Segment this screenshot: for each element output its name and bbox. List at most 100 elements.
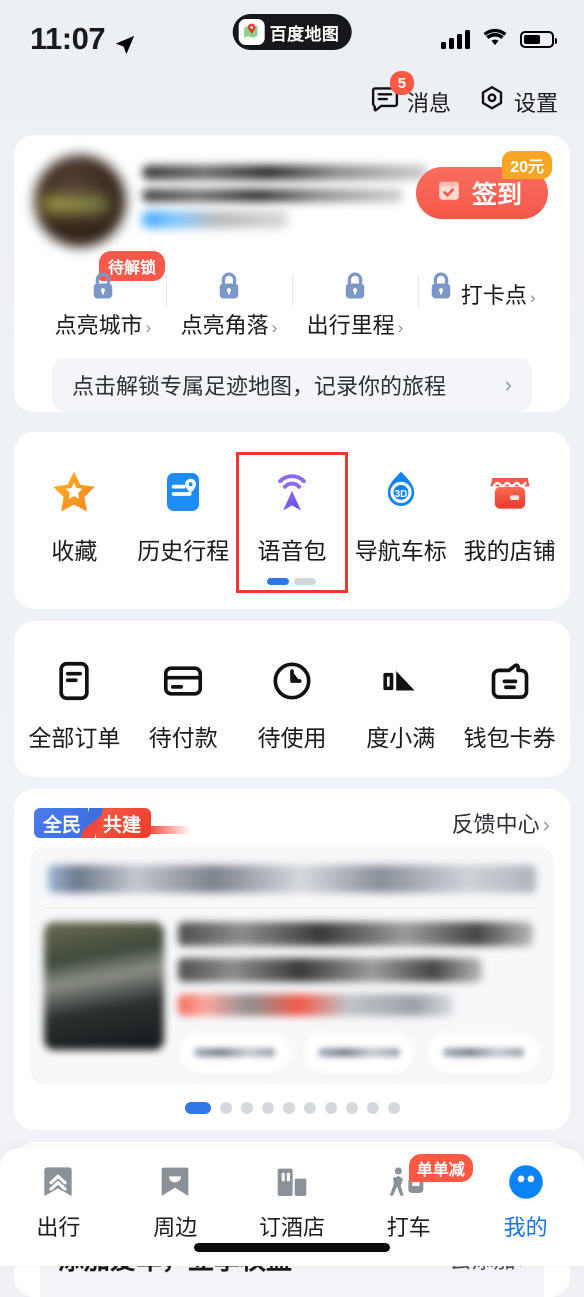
gear-hexagon-icon — [477, 84, 507, 119]
baidu-map-icon — [239, 19, 265, 45]
order-duxiaoman[interactable]: 度小满 — [346, 643, 455, 759]
content-headline-blurred — [48, 865, 536, 893]
signin-wrap: 签到 20元 — [416, 167, 548, 219]
lock-label-checkin: 打卡点› — [461, 283, 536, 308]
lock-item-city[interactable]: 待解锁 点亮城市› — [40, 269, 166, 340]
order-all[interactable]: 全部订单 — [20, 643, 129, 759]
profile-level-blurred — [142, 211, 289, 228]
app-pill-badge[interactable]: 百度地图 — [233, 14, 352, 50]
profile-face-icon — [467, 1158, 584, 1206]
shortcut-voice-pack[interactable]: 语音包 — [238, 454, 347, 591]
home-indicator — [194, 1243, 390, 1252]
unlock-map-text: 点击解锁专属足迹地图，记录你的旅程 — [72, 369, 446, 401]
shop-icon — [455, 464, 564, 520]
settings-button[interactable]: 设置 — [477, 84, 558, 119]
bottom-tab-bar: 出行 周边 订酒店 单单减 — [0, 1148, 584, 1266]
orders-row: 全部订单 待付款 待使用 — [14, 621, 570, 777]
profile-name-blurred-2 — [142, 189, 403, 202]
order-label: 全部订单 — [28, 725, 120, 751]
community-content[interactable] — [30, 847, 554, 1084]
tab-label: 打车 — [350, 1210, 467, 1242]
content-line-blurred — [178, 958, 482, 982]
shortcuts-row: 收藏 历史行程 — [14, 432, 570, 609]
status-time-group: 11:07 — [30, 21, 136, 57]
shortcut-label: 导航车标 — [355, 538, 447, 564]
content-chip[interactable] — [303, 1032, 416, 1074]
shortcut-car-marker[interactable]: 3D 导航车标 — [346, 454, 455, 591]
3d-car-marker-icon: 3D — [346, 464, 455, 520]
lock-label-corner: 点亮角落› — [181, 313, 278, 338]
tab-label: 出行 — [0, 1210, 117, 1242]
lock-icon — [340, 290, 370, 307]
content-text-block — [178, 922, 540, 1074]
voice-navigation-icon — [238, 464, 347, 520]
content-chips — [178, 1032, 540, 1074]
messages-label: 消息 — [407, 86, 451, 118]
messages-button[interactable]: 5 消息 — [370, 84, 451, 119]
credit-card-icon — [129, 653, 238, 709]
content-post[interactable] — [44, 922, 540, 1074]
history-route-icon — [129, 464, 238, 520]
shortcuts-pager[interactable] — [238, 578, 347, 585]
top-action-bar: 5 消息 设置 — [0, 78, 584, 135]
content-chip[interactable] — [427, 1032, 540, 1074]
app-screen: 11:07 百度地图 — [0, 0, 584, 1266]
shortcut-label: 语音包 — [257, 538, 326, 564]
messages-badge: 5 — [390, 71, 414, 95]
lock-item-corner[interactable]: 点亮角落› — [166, 269, 292, 340]
order-unpaid[interactable]: 待付款 — [129, 643, 238, 759]
shortcut-label: 收藏 — [51, 538, 97, 564]
travel-chevron-icon — [0, 1158, 117, 1206]
profile-card: 签到 20元 待解锁 点亮城市› — [14, 135, 570, 412]
community-feedback-card: 全民 共建 反馈中心› — [14, 789, 570, 1130]
community-tag-right: 共建 — [96, 808, 151, 838]
profile-name-blurred — [142, 165, 428, 180]
tab-label: 订酒店 — [234, 1210, 351, 1242]
hotel-icon — [234, 1158, 351, 1206]
content-thumbnail-blurred[interactable] — [44, 922, 164, 1050]
shortcut-history[interactable]: 历史行程 — [129, 454, 238, 591]
order-list-icon — [20, 653, 129, 709]
avatar[interactable] — [34, 155, 126, 247]
status-time: 11:07 — [30, 21, 105, 57]
lock-label-mileage: 出行里程› — [307, 313, 404, 338]
lock-icon — [426, 290, 460, 307]
shortcut-favorites[interactable]: 收藏 — [20, 454, 129, 591]
lock-label-city: 点亮城市› — [55, 313, 152, 338]
community-tag-tail — [149, 826, 191, 834]
tab-profile[interactable]: 我的 — [467, 1158, 584, 1266]
tab-label: 周边 — [117, 1210, 234, 1242]
shortcut-label: 我的店铺 — [464, 538, 556, 564]
order-wallet[interactable]: 钱包卡券 — [455, 643, 564, 759]
taxi-promo-badge: 单单减 — [409, 1154, 473, 1182]
status-bar: 11:07 百度地图 — [0, 0, 584, 78]
settings-label: 设置 — [514, 86, 558, 118]
order-unused[interactable]: 待使用 — [238, 643, 347, 759]
tab-travel[interactable]: 出行 — [0, 1158, 117, 1266]
lock-icon — [88, 290, 118, 307]
duxiaoman-icon — [346, 653, 455, 709]
nearby-bookmark-icon — [117, 1158, 234, 1206]
order-label: 度小满 — [366, 725, 435, 751]
shortcuts-card: 收藏 历史行程 — [14, 432, 570, 609]
wifi-icon — [482, 26, 508, 53]
feedback-center-link[interactable]: 反馈中心› — [452, 807, 550, 839]
svg-text:3D: 3D — [394, 489, 407, 500]
shortcut-my-shop[interactable]: 我的店铺 — [455, 454, 564, 591]
community-header: 全民 共建 反馈中心› — [14, 789, 570, 847]
lock-item-checkin[interactable]: 打卡点› — [418, 269, 544, 340]
content-carousel-dots[interactable] — [14, 1084, 570, 1130]
order-label: 钱包卡券 — [464, 725, 556, 751]
app-pill-label: 百度地图 — [270, 20, 340, 45]
content-chip[interactable] — [178, 1032, 291, 1074]
lock-item-mileage[interactable]: 出行里程› — [292, 269, 418, 340]
wallet-coupon-icon — [455, 653, 564, 709]
lock-icon — [214, 290, 244, 307]
divider — [44, 907, 540, 908]
orders-card: 全部订单 待付款 待使用 — [14, 621, 570, 777]
unlock-map-banner[interactable]: 点击解锁专属足迹地图，记录你的旅程 › — [52, 358, 532, 412]
community-tag: 全民 共建 — [34, 808, 151, 838]
status-indicators — [441, 26, 554, 53]
calendar-check-icon — [436, 177, 462, 210]
content-line-blurred — [178, 994, 453, 1016]
